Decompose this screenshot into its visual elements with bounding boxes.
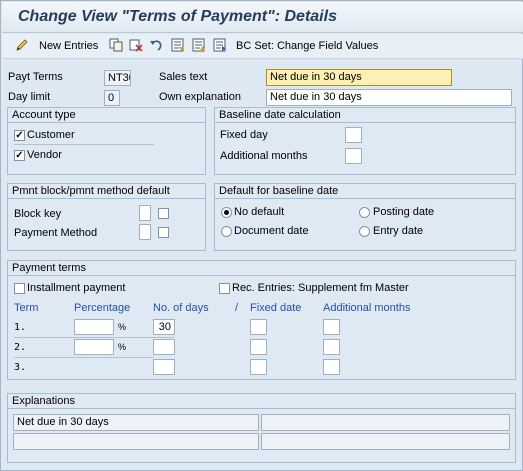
default-baseline-group: Default for baseline date No default Pos… (214, 183, 516, 251)
payment-terms-group: Payment terms Installment payment Rec. E… (7, 260, 516, 380)
payment-terms-title: Payment terms (8, 261, 515, 276)
days-row-3-field[interactable] (153, 359, 175, 375)
account-type-title: Account type (8, 108, 205, 123)
undo-icon[interactable] (149, 38, 163, 52)
baseline-calculation-group: Baseline date calculation Fixed day Addi… (214, 107, 516, 175)
divider (14, 357, 154, 358)
customer-label: Customer (27, 129, 75, 141)
own-explanation-field[interactable]: Net due in 30 days (266, 89, 512, 106)
days-row-1-field[interactable]: 30 (153, 319, 175, 335)
previous-entry-icon[interactable] (192, 38, 206, 52)
page-title: Change View "Terms of Payment": Details (18, 8, 337, 25)
sales-text-field[interactable]: Net due in 30 days (266, 69, 452, 86)
divider (14, 337, 174, 338)
term-row-3-label: 3. (14, 362, 27, 373)
installment-payment-label: Installment payment (27, 282, 126, 294)
new-entries-button[interactable]: New Entries (39, 38, 98, 54)
posting-date-label: Posting date (373, 206, 435, 218)
column-no-of-days: No. of days (153, 302, 209, 314)
term-row-1-label: 1. (14, 322, 27, 333)
new-entries-label: New Entries (39, 40, 99, 52)
block-key-label: Block key (14, 208, 62, 220)
document-date-label: Document date (234, 225, 309, 237)
account-type-group: Account type ✓ Customer ✓ Vendor (7, 107, 206, 175)
radio-no-default[interactable] (221, 207, 232, 218)
explanations-title: Explanations (8, 394, 515, 409)
percent-sign-row-1: % (118, 322, 127, 332)
explanation-line-4 (261, 433, 510, 450)
additional-months-label: Additional months (220, 150, 308, 162)
additional-months-row-3-field[interactable] (323, 359, 340, 375)
additional-months-row-2-field[interactable] (323, 339, 340, 355)
next-entry-icon[interactable] (213, 38, 227, 52)
window-frame: Change View "Terms of Payment": Details … (0, 0, 523, 471)
bc-set-button[interactable]: BC Set: Change Field Values (236, 38, 378, 54)
copy-icon[interactable] (109, 38, 123, 52)
main-content: Payt Terms NT30 Sales text Net due in 30… (1, 59, 523, 471)
additional-months-field[interactable] (345, 148, 362, 164)
percent-sign-row-2: % (118, 342, 127, 352)
installment-payment-checkbox[interactable] (14, 283, 25, 294)
vendor-checkbox[interactable]: ✓ (14, 150, 25, 161)
delete-icon[interactable] (129, 38, 143, 52)
payt-terms-label: Payt Terms (8, 71, 63, 83)
vendor-label: Vendor (27, 149, 62, 161)
column-additional-months: Additional months (323, 302, 411, 314)
radio-document-date[interactable] (221, 226, 232, 237)
explanation-line-1: Net due in 30 days (13, 414, 259, 431)
term-row-2-label: 2. (14, 342, 27, 353)
explanations-group: Explanations Net due in 30 days (7, 393, 516, 463)
sales-text-label: Sales text (159, 71, 208, 83)
baseline-calculation-title: Baseline date calculation (215, 108, 515, 123)
column-percentage: Percentage (74, 302, 131, 314)
fixed-day-label: Fixed day (220, 129, 268, 141)
day-limit-field[interactable]: 0 (104, 90, 120, 106)
edit-pencil-icon[interactable] (15, 38, 29, 52)
column-term: Term (14, 302, 39, 314)
explanation-line-3 (13, 433, 259, 450)
own-explanation-label: Own explanation (159, 91, 241, 103)
customer-checkbox[interactable]: ✓ (14, 130, 25, 141)
default-baseline-title: Default for baseline date (215, 184, 515, 199)
rec-entries-checkbox[interactable] (219, 283, 230, 294)
no-default-label: No default (234, 206, 285, 218)
explanation-line-2 (261, 414, 510, 431)
day-limit-label: Day limit (8, 91, 51, 103)
payt-terms-field[interactable]: NT30 (104, 70, 131, 86)
percentage-row-1-field[interactable] (74, 319, 114, 335)
title-bar: Change View "Terms of Payment": Details (2, 2, 523, 33)
payment-block-group: Pmnt block/pmnt method default Block key… (7, 183, 206, 251)
block-key-field[interactable] (139, 205, 151, 221)
rec-entries-label: Rec. Entries: Supplement fm Master (232, 282, 409, 294)
payment-method-checkbox[interactable] (158, 227, 169, 238)
fixed-day-field[interactable] (345, 127, 362, 143)
first-entry-icon[interactable] (171, 38, 185, 52)
fixed-date-row-2-field[interactable] (250, 339, 267, 355)
radio-posting-date[interactable] (359, 207, 370, 218)
block-key-checkbox[interactable] (158, 208, 169, 219)
percentage-row-2-field[interactable] (74, 339, 114, 355)
application-toolbar: New Entries BC Set: Change Field Values (2, 34, 523, 59)
column-slash: / (235, 302, 239, 314)
fixed-date-row-1-field[interactable] (250, 319, 267, 335)
fixed-date-row-3-field[interactable] (250, 359, 267, 375)
payment-method-field[interactable] (139, 224, 151, 240)
days-row-2-field[interactable] (153, 339, 175, 355)
entry-date-label: Entry date (373, 225, 424, 237)
column-fixed-date: Fixed date (250, 302, 302, 314)
bc-set-label: BC Set: Change Field Values (236, 40, 379, 52)
divider (14, 144, 154, 145)
additional-months-row-1-field[interactable] (323, 319, 340, 335)
payment-method-label: Payment Method (14, 227, 98, 239)
payment-block-title: Pmnt block/pmnt method default (8, 184, 205, 199)
radio-entry-date[interactable] (359, 226, 370, 237)
